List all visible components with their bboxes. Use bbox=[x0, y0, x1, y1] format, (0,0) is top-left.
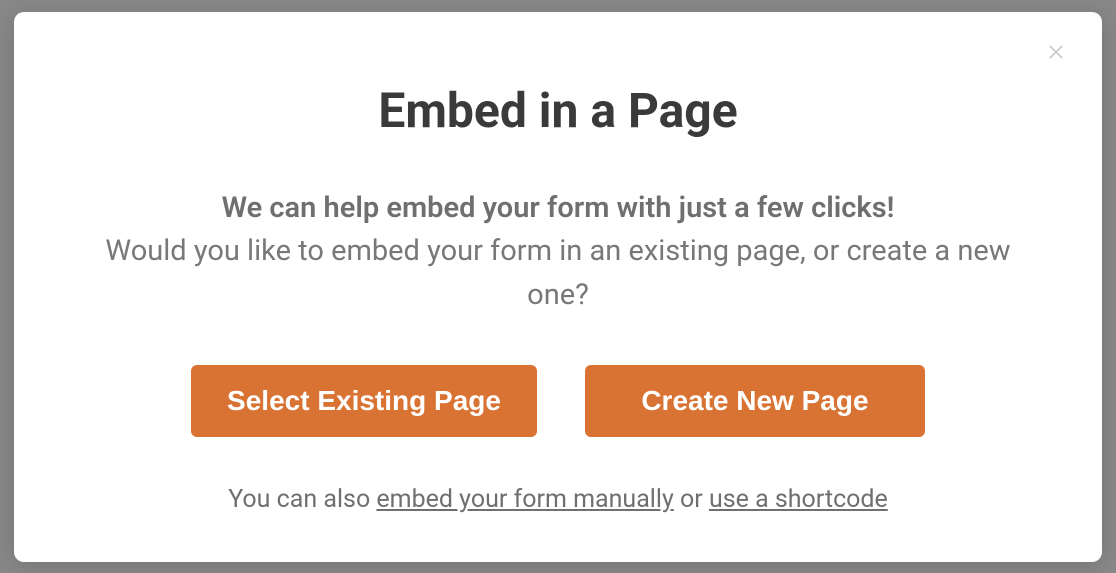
modal-description: Would you like to embed your form in an … bbox=[94, 230, 1022, 317]
close-icon bbox=[1044, 40, 1068, 68]
use-shortcode-link[interactable]: use a shortcode bbox=[709, 485, 888, 514]
embed-manually-link[interactable]: embed your form manually bbox=[376, 485, 673, 514]
modal-title: Embed in a Page bbox=[94, 82, 1022, 139]
create-new-page-button[interactable]: Create New Page bbox=[585, 365, 925, 437]
select-existing-page-button[interactable]: Select Existing Page bbox=[191, 365, 537, 437]
footer-text: You can also embed your form manually or… bbox=[94, 485, 1022, 514]
footer-mid: or bbox=[674, 485, 709, 514]
footer-prefix: You can also bbox=[228, 485, 376, 514]
embed-modal: Embed in a Page We can help embed your f… bbox=[14, 12, 1102, 562]
button-row: Select Existing Page Create New Page bbox=[94, 365, 1022, 437]
modal-subtitle: We can help embed your form with just a … bbox=[94, 187, 1022, 231]
close-button[interactable] bbox=[1042, 40, 1070, 68]
